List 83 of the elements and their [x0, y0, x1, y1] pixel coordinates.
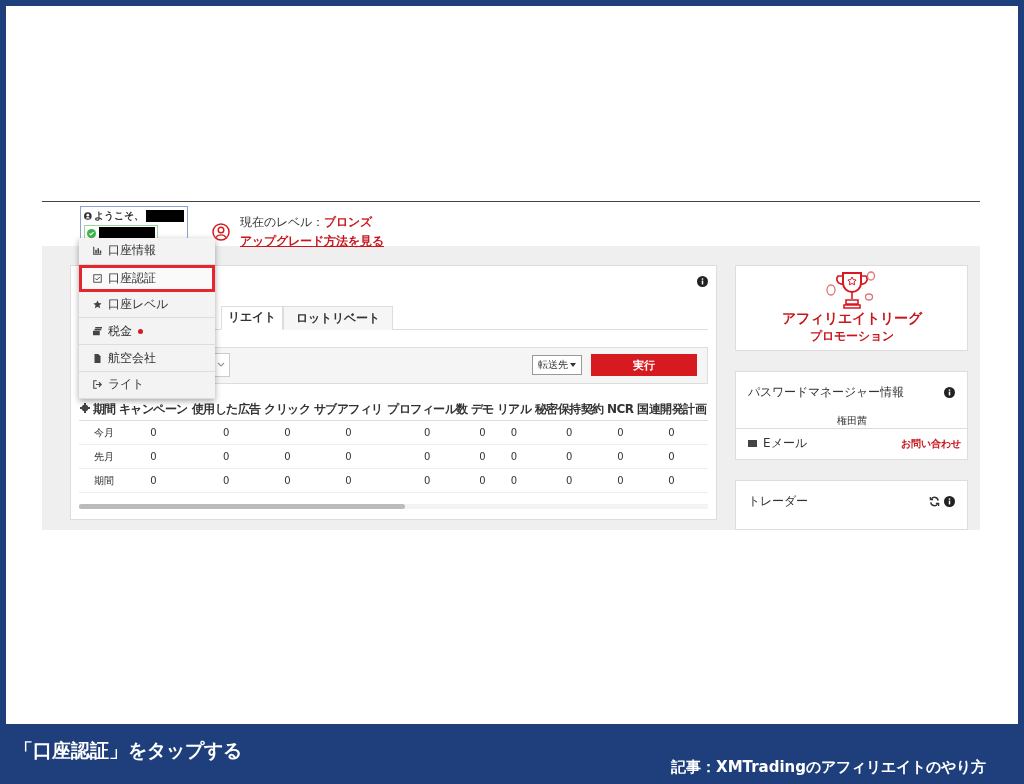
table-cell: 0	[532, 444, 606, 469]
promo-banner[interactable]: アフィリエイトリーグ プロモーション	[735, 265, 968, 351]
card-title: トレーダー	[748, 493, 808, 511]
user-icon	[84, 211, 92, 221]
menu-item[interactable]: 口座情報	[79, 238, 215, 265]
user-circle-icon	[212, 223, 230, 241]
file-icon	[93, 353, 102, 363]
info-icon[interactable]	[944, 496, 955, 508]
table-cell: 0	[312, 468, 385, 493]
table-cell: 0	[635, 468, 708, 493]
table-cell: 0	[384, 444, 470, 469]
table-cell: 先月	[91, 444, 117, 469]
column-header: デモ	[469, 398, 496, 421]
redacted-name	[145, 210, 184, 222]
menu-item[interactable]: ライト	[79, 372, 215, 399]
table-cell: 0	[495, 444, 533, 469]
table-cell: 0	[635, 420, 708, 445]
welcome-text: ようこそ、	[93, 209, 144, 223]
table-cell: 0	[189, 444, 263, 469]
scrollbar[interactable]	[79, 504, 708, 509]
table-cell: 0	[312, 420, 385, 445]
contact-link[interactable]: お問い合わせ	[901, 436, 961, 451]
table-cell: 0	[312, 444, 385, 469]
menu-item[interactable]: 口座認証	[79, 264, 215, 292]
current-level-text: 現在のレベル：ブロンズ	[240, 214, 374, 231]
email-label: Eメール	[763, 435, 807, 453]
refresh-icon[interactable]	[929, 496, 940, 508]
tab[interactable]: リエイト	[221, 305, 283, 330]
table-cell: 0	[384, 468, 470, 493]
table-cell: 0	[116, 420, 190, 445]
column-header: 国連開発計画	[635, 398, 708, 421]
info-icon[interactable]	[697, 276, 708, 287]
redacted-account	[99, 227, 155, 239]
star-icon	[93, 300, 102, 309]
envelope-icon	[748, 440, 757, 448]
column-header: プロフィール数	[384, 398, 470, 421]
caret-icon	[570, 363, 576, 368]
table-cell: 0	[532, 468, 606, 493]
column-header: リアル	[495, 398, 533, 421]
table-cell: 0	[116, 468, 190, 493]
run-button[interactable]: 実行	[591, 354, 697, 377]
tab[interactable]: ロットリベート	[283, 305, 393, 330]
table-cell: 0	[469, 468, 496, 493]
table-cell: 0	[384, 420, 470, 445]
table-cell: 0	[605, 468, 635, 493]
column-header: 秘密保持契約	[532, 398, 606, 421]
settings-icon[interactable]	[80, 403, 91, 413]
table-cell: 0	[635, 444, 708, 469]
menu-item[interactable]: 税金	[79, 318, 215, 346]
caption-source: 記事：XMTradingのアフィリエイトのやり方	[671, 758, 986, 778]
table-cell: 0	[262, 444, 313, 469]
promo-title: アフィリエイトリーグ	[781, 310, 922, 329]
promo-subtitle: プロモーション	[809, 328, 894, 346]
upgrade-link[interactable]: アップグレード方法を見る	[240, 233, 384, 250]
table-cell: 0	[189, 468, 263, 493]
card-title: パスワードマネージャー情報	[748, 384, 904, 402]
chevron-down-icon	[217, 362, 225, 369]
chart-icon	[93, 246, 102, 256]
table-cell: 0	[495, 420, 533, 445]
caption-title: 「口座認証」をタップする	[14, 738, 242, 763]
table-cell: 0	[469, 444, 496, 469]
table-cell: 0	[262, 420, 313, 445]
table-cell: 0	[532, 420, 606, 445]
table-cell: 期間	[91, 468, 117, 493]
column-header: サブアフィリ	[312, 398, 385, 421]
table-cell: 0	[605, 420, 635, 445]
money-icon	[93, 326, 102, 336]
sign-out-icon	[93, 380, 102, 390]
info-icon[interactable]	[944, 387, 955, 399]
table-cell: 0	[189, 420, 263, 445]
column-header: NCR	[605, 398, 635, 421]
transfer-button[interactable]: 転送先	[532, 355, 582, 376]
table-cell: 0	[262, 468, 313, 493]
table-cell: 0	[605, 444, 635, 469]
table-cell: 0	[495, 468, 533, 493]
table-cell: 今月	[91, 420, 117, 445]
menu-item[interactable]: 航空会社	[79, 345, 215, 372]
column-header: クリック	[262, 398, 313, 421]
checkbox-icon	[93, 273, 102, 283]
table-cell: 0	[469, 420, 496, 445]
manager-name: 権田茜	[836, 413, 867, 428]
table-cell: 0	[116, 444, 190, 469]
menu-item[interactable]: 口座レベル	[79, 291, 215, 319]
